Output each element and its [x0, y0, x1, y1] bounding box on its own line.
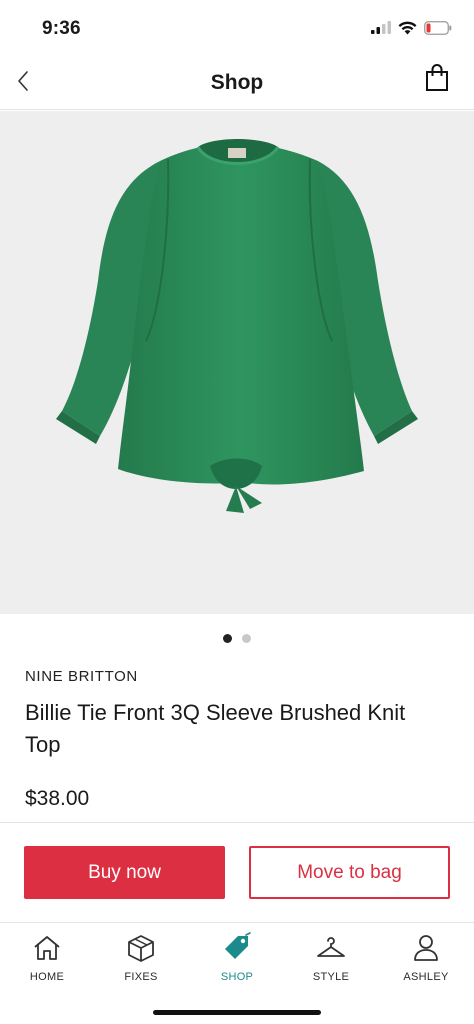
tab-home-label: HOME [29, 971, 65, 983]
signal-icon [371, 21, 391, 39]
tab-style-label: STYLE [312, 971, 350, 983]
carousel-dot-1[interactable] [223, 634, 232, 643]
hanger-icon [314, 931, 348, 965]
tab-bar: HOME FIXES SHOP STYLE ASHLEY [0, 922, 474, 1024]
divider [0, 822, 474, 823]
box-icon [124, 931, 158, 965]
tab-shop[interactable]: SHOP [192, 931, 282, 983]
home-indicator [153, 1010, 321, 1015]
tab-ashley[interactable]: ASHLEY [381, 931, 471, 983]
shopping-bag-icon [425, 63, 449, 97]
carousel-dots [0, 634, 474, 643]
tab-shop-label: SHOP [220, 971, 254, 983]
green-knit-top-illustration [56, 139, 418, 513]
shopping-bag-button[interactable] [422, 63, 452, 97]
battery-icon [424, 20, 452, 40]
tab-ashley-label: ASHLEY [403, 971, 449, 983]
carousel-dot-2[interactable] [242, 634, 251, 643]
status-bar: 9:36 [0, 0, 474, 58]
tab-fixes-label: FIXES [124, 971, 158, 983]
product-name: Billie Tie Front 3Q Sleeve Brushed Knit … [25, 700, 406, 757]
nav-bar: Shop [0, 58, 474, 110]
tab-fixes[interactable]: FIXES [96, 931, 186, 983]
home-icon [30, 931, 64, 965]
page-title: Shop [210, 71, 264, 94]
product-image[interactable] [0, 111, 474, 614]
product-brand: NINE BRITTON [25, 668, 138, 685]
status-icons [371, 20, 452, 40]
person-icon [409, 931, 443, 965]
tab-style[interactable]: STYLE [286, 931, 376, 983]
tab-home[interactable]: HOME [2, 931, 92, 983]
status-time: 9:36 [42, 18, 81, 39]
product-price: $38.00 [25, 787, 90, 810]
move-to-bag-button[interactable]: Move to bag [249, 846, 450, 899]
buy-now-button[interactable]: Buy now [24, 846, 225, 899]
tag-icon [220, 931, 254, 965]
wifi-icon [398, 21, 417, 40]
